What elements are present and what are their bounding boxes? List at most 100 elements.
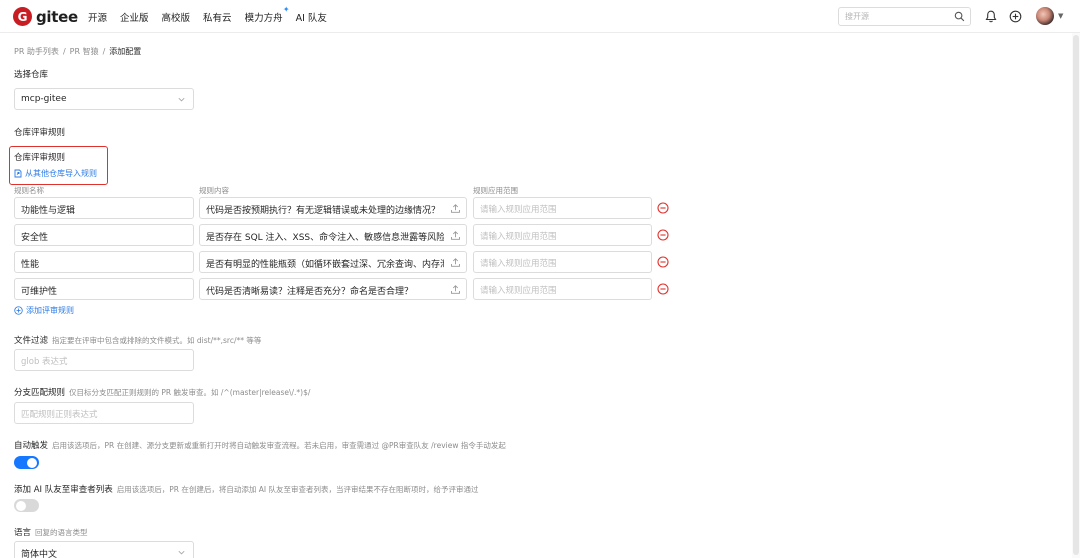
rule-scope-input[interactable]: 请输入规则应用范围	[473, 278, 652, 300]
gitee-logo[interactable]: G gitee	[13, 7, 78, 26]
add-rule-label: 添加评审规则	[26, 306, 74, 315]
branch-match-hint: 仅目标分支匹配正则规则的 PR 触发审查。如 /^(master|release…	[69, 388, 311, 397]
breadcrumb: PR 助手列表 / PR 智猿 / 添加配置	[14, 46, 141, 57]
add-ai-reviewer-label: 添加 AI 队友至审查者列表	[14, 485, 113, 495]
remove-circle-icon[interactable]	[657, 256, 669, 268]
language-select[interactable]: 简体中文	[14, 541, 194, 558]
repo-label: 选择仓库	[14, 70, 49, 80]
nav-ai-teammate[interactable]: AI 队友	[296, 10, 327, 24]
plus-circle-icon[interactable]	[1009, 10, 1022, 23]
upload-icon[interactable]	[450, 257, 461, 268]
toggle-knob	[27, 457, 37, 468]
add-ai-reviewer-label-row: 添加 AI 队友至审查者列表 启用该选项后，PR 在创建后，将自动添加 AI 队友…	[14, 483, 478, 495]
plus-circle-icon	[14, 306, 23, 315]
search-input[interactable]	[845, 8, 955, 25]
file-filter-hint: 指定要在评审中包含或排除的文件模式。如 dist/**,src/** 等等	[52, 336, 262, 345]
add-ai-reviewer-hint: 启用该选项后，PR 在创建后，将自动添加 AI 队友至审查者列表，当评审结果不存…	[116, 485, 479, 494]
rules-subtitle: 仓库评审规则	[14, 153, 66, 163]
file-filter-label: 文件过滤	[14, 336, 49, 346]
rule-content-value: 是否有明显的性能瓶颈（如循环嵌套过深、冗余查询、内存泄漏）？	[206, 260, 444, 270]
rule-content-input[interactable]: 是否存在 SQL 注入、XSS、命令注入、敏感信息泄露等风险？	[199, 224, 467, 246]
scrollbar[interactable]	[1072, 33, 1080, 558]
branch-match-placeholder: 匹配规则正则表达式	[21, 410, 98, 420]
rule-name-value: 可维护性	[21, 287, 58, 297]
gitee-logo-mark: G	[13, 7, 32, 26]
rule-name-input[interactable]: 功能性与逻辑	[14, 197, 194, 219]
nav-education[interactable]: 高校版	[162, 10, 191, 24]
rule-content-value: 是否存在 SQL 注入、XSS、命令注入、敏感信息泄露等风险？	[206, 233, 444, 243]
import-icon	[14, 169, 22, 178]
remove-circle-icon[interactable]	[657, 283, 669, 295]
rule-name-value: 安全性	[21, 233, 49, 243]
rule-name-input[interactable]: 性能	[14, 251, 194, 273]
toggle-knob	[16, 500, 26, 511]
rule-name-input[interactable]: 安全性	[14, 224, 194, 246]
breadcrumb-pr-assistant-list[interactable]: PR 助手列表	[14, 47, 59, 56]
rule-scope-input[interactable]: 请输入规则应用范围	[473, 224, 652, 246]
branch-match-label-row: 分支匹配规则 仅目标分支匹配正则规则的 PR 触发审查。如 /^(master|r…	[14, 386, 310, 398]
auto-trigger-toggle[interactable]	[14, 456, 39, 469]
file-filter-input[interactable]: glob 表达式	[14, 349, 194, 371]
avatar[interactable]	[1036, 7, 1054, 25]
col-head-scope: 规则应用范围	[473, 186, 518, 195]
rule-name-input[interactable]: 可维护性	[14, 278, 194, 300]
gitee-logo-text: gitee	[36, 7, 78, 26]
file-filter-label-row: 文件过滤 指定要在评审中包含或排除的文件模式。如 dist/**,src/** 等…	[14, 334, 261, 346]
repo-select[interactable]: mcp-gitee	[14, 88, 194, 110]
branch-match-label: 分支匹配规则	[14, 388, 66, 398]
nav-moli-fangzhou[interactable]: 模力方舟 ✦	[244, 5, 290, 24]
upload-icon[interactable]	[450, 203, 461, 214]
main-nav: 开源 企业版 高校版 私有云 模力方舟 ✦ AI 队友	[88, 0, 340, 33]
rule-scope-placeholder: 请输入规则应用范围	[480, 286, 557, 296]
col-head-name: 规则名称	[14, 186, 44, 195]
breadcrumb-pr-zhiyuan[interactable]: PR 智猿	[70, 47, 99, 56]
breadcrumb-separator: /	[102, 47, 106, 56]
chevron-down-icon	[178, 97, 185, 102]
scrollbar-thumb[interactable]	[1073, 35, 1079, 555]
auto-trigger-label: 自动触发	[14, 441, 49, 451]
rule-content-value: 代码是否清晰易读？注释是否充分？命名是否合理？	[206, 287, 414, 297]
chevron-down-icon[interactable]: ▼	[1058, 12, 1063, 20]
nav-enterprise[interactable]: 企业版	[120, 10, 149, 24]
rule-name-value: 功能性与逻辑	[21, 206, 76, 216]
chevron-down-icon	[178, 550, 185, 555]
language-label-row: 语言 回复的语言类型	[14, 526, 88, 538]
nav-moli-fangzhou-label: 模力方舟	[244, 12, 283, 24]
branch-match-input[interactable]: 匹配规则正则表达式	[14, 402, 194, 424]
rule-scope-placeholder: 请输入规则应用范围	[480, 259, 557, 269]
sparkle-icon: ✦	[282, 4, 290, 14]
upload-icon[interactable]	[450, 230, 461, 241]
breadcrumb-separator: /	[62, 47, 66, 56]
import-rules-label: 从其他仓库导入规则	[25, 169, 97, 178]
remove-circle-icon[interactable]	[657, 202, 669, 214]
rule-scope-input[interactable]: 请输入规则应用范围	[473, 197, 652, 219]
rule-scope-input[interactable]: 请输入规则应用范围	[473, 251, 652, 273]
add-rule-link[interactable]: 添加评审规则	[14, 305, 74, 316]
rule-content-input[interactable]: 代码是否按预期执行？有无逻辑错误或未处理的边缘情况？	[199, 197, 467, 219]
rule-content-input[interactable]: 代码是否清晰易读？注释是否充分？命名是否合理？	[199, 278, 467, 300]
add-ai-reviewer-toggle[interactable]	[14, 499, 39, 512]
import-rules-link[interactable]: 从其他仓库导入规则	[14, 168, 97, 179]
rule-name-value: 性能	[21, 260, 40, 270]
bell-icon[interactable]	[985, 10, 997, 23]
file-filter-placeholder: glob 表达式	[21, 357, 68, 367]
nav-opensource[interactable]: 开源	[88, 10, 107, 24]
search-icon[interactable]	[954, 11, 965, 22]
rules-section-title: 仓库评审规则	[14, 128, 66, 138]
rule-scope-placeholder: 请输入规则应用范围	[480, 232, 557, 242]
top-header: G gitee 开源 企业版 高校版 私有云 模力方舟 ✦ AI 队友 ▼	[0, 0, 1080, 33]
breadcrumb-current: 添加配置	[109, 47, 142, 56]
language-select-value: 简体中文	[21, 550, 58, 558]
rule-content-value: 代码是否按预期执行？有无逻辑错误或未处理的边缘情况？	[206, 206, 441, 216]
language-hint: 回复的语言类型	[35, 528, 88, 537]
col-head-content: 规则内容	[199, 186, 229, 195]
search-box	[838, 7, 971, 26]
repo-select-value: mcp-gitee	[21, 94, 67, 104]
nav-private-cloud[interactable]: 私有云	[203, 10, 232, 24]
rule-content-input[interactable]: 是否有明显的性能瓶颈（如循环嵌套过深、冗余查询、内存泄漏）？	[199, 251, 467, 273]
auto-trigger-hint: 启用该选项后，PR 在创建、源分支更新或重新打开时将自动触发审查流程。若未启用，…	[52, 441, 506, 450]
rule-scope-placeholder: 请输入规则应用范围	[480, 205, 557, 215]
auto-trigger-label-row: 自动触发 启用该选项后，PR 在创建、源分支更新或重新打开时将自动触发审查流程。若…	[14, 439, 506, 451]
remove-circle-icon[interactable]	[657, 229, 669, 241]
upload-icon[interactable]	[450, 284, 461, 295]
